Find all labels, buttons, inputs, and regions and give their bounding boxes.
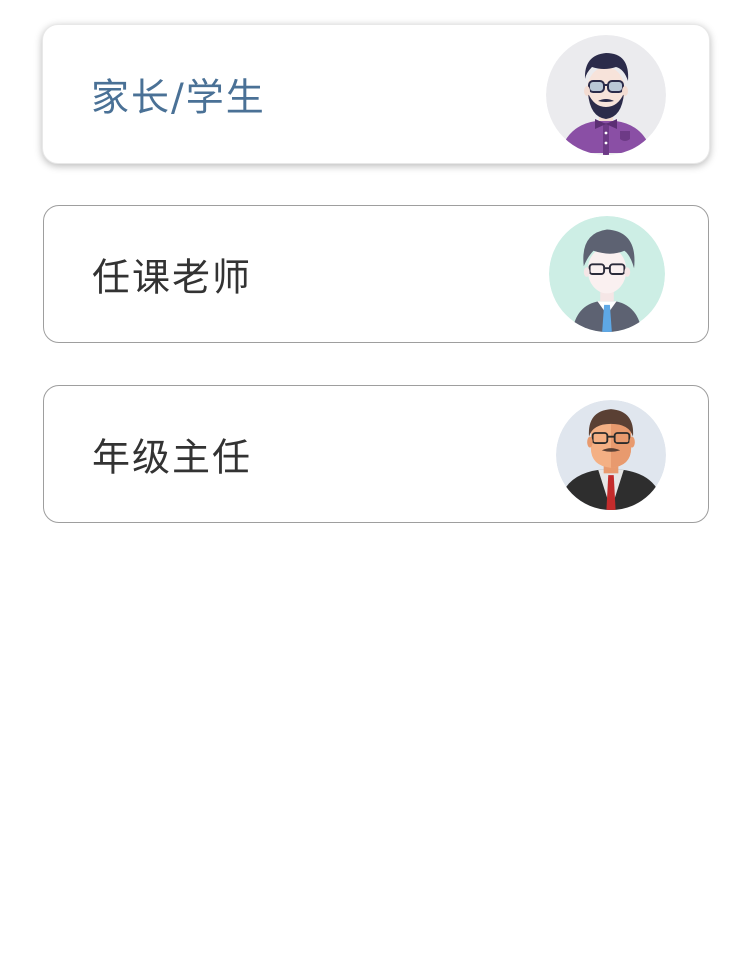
grade-director-avatar-icon [556,400,666,510]
role-label-grade-director: 年级主任 [92,435,253,480]
role-selection-list: 家长/学生 任课老师 年级主任 [0,0,750,953]
role-label-parent-student: 家长/学生 [91,75,266,120]
role-label-subject-teacher: 任课老师 [92,255,253,300]
role-card-subject-teacher[interactable]: 任课老师 [43,205,709,343]
subject-teacher-avatar-icon [549,216,665,332]
role-card-grade-director[interactable]: 年级主任 [43,385,709,523]
role-card-parent-student[interactable]: 家长/学生 [42,24,710,164]
parent-student-avatar-icon [546,35,666,155]
